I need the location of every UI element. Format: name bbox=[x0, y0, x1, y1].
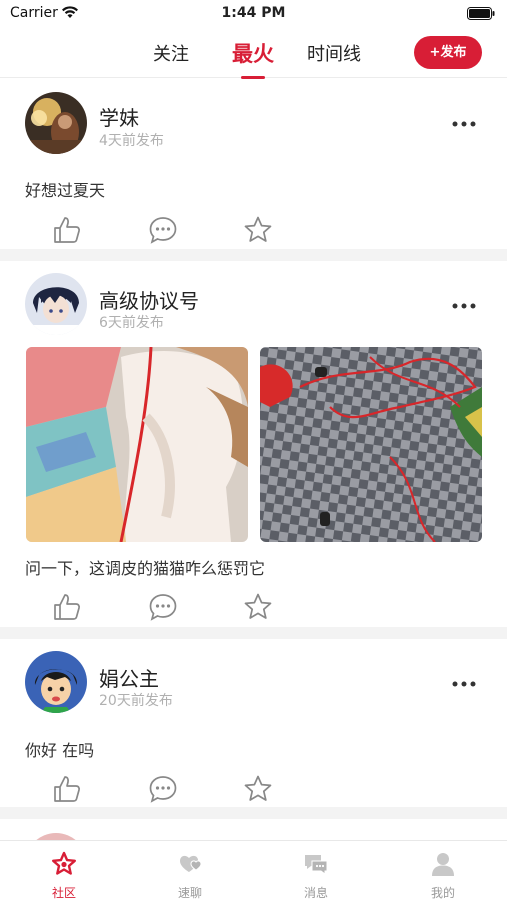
like-icon[interactable] bbox=[52, 774, 82, 804]
tab-hottest[interactable]: 最火 bbox=[232, 38, 274, 68]
post-separator bbox=[0, 627, 507, 639]
top-tab-bar: 关注 最火 时间线 +发布 bbox=[0, 30, 507, 79]
heart-chat-icon bbox=[180, 855, 202, 872]
post-separator bbox=[0, 807, 507, 819]
favorite-star-icon[interactable] bbox=[243, 774, 273, 804]
post-text: 问一下，这调皮的猫猫咋么惩罚它 bbox=[25, 559, 266, 578]
post-author-name[interactable]: 娟公主 bbox=[99, 663, 159, 692]
avatar[interactable] bbox=[25, 273, 87, 335]
post-card: 学妹 4天前发布 好想过夏天 bbox=[0, 79, 507, 249]
nav-profile-label: 我的 bbox=[430, 886, 455, 900]
nav-messages[interactable]: 消息 bbox=[276, 841, 356, 900]
favorite-star-icon[interactable] bbox=[243, 592, 273, 622]
battery-icon bbox=[467, 7, 495, 20]
avatar[interactable] bbox=[25, 651, 87, 713]
message-icon bbox=[305, 855, 328, 875]
like-icon[interactable] bbox=[52, 215, 82, 245]
post-image-cat[interactable] bbox=[26, 347, 248, 542]
nav-profile[interactable]: 我的 bbox=[403, 841, 483, 900]
nav-community-label: 社区 bbox=[51, 886, 76, 900]
tab-following[interactable]: 关注 bbox=[153, 40, 189, 66]
publish-button[interactable]: +发布 bbox=[414, 36, 482, 69]
more-options-icon[interactable] bbox=[451, 679, 477, 689]
post-image-earphones[interactable] bbox=[260, 347, 482, 542]
post-author-name[interactable]: 高级协议号 bbox=[99, 285, 199, 314]
nav-quick-chat[interactable]: 速聊 bbox=[150, 841, 230, 900]
post-time: 4天前发布 bbox=[99, 133, 164, 149]
nav-messages-label: 消息 bbox=[303, 886, 328, 900]
nav-quick-chat-label: 速聊 bbox=[177, 886, 202, 900]
bottom-tab-bar: 社区 速聊 消息 我的 bbox=[0, 840, 507, 900]
nav-community[interactable]: 社区 bbox=[24, 841, 104, 900]
star-icon bbox=[52, 851, 76, 875]
post-author-name[interactable]: 学妹 bbox=[99, 102, 139, 131]
comment-icon[interactable] bbox=[148, 215, 178, 245]
avatar[interactable] bbox=[25, 833, 87, 840]
post-time: 6天前发布 bbox=[99, 315, 164, 331]
post-card bbox=[0, 819, 507, 840]
comment-icon[interactable] bbox=[148, 774, 178, 804]
comment-icon[interactable] bbox=[148, 592, 178, 622]
post-separator bbox=[0, 249, 507, 261]
like-icon[interactable] bbox=[52, 592, 82, 622]
more-options-icon[interactable] bbox=[451, 119, 477, 129]
more-options-icon[interactable] bbox=[451, 301, 477, 311]
avatar[interactable] bbox=[25, 92, 87, 154]
status-bar: Carrier 1:44 PM bbox=[0, 0, 507, 30]
post-time: 20天前发布 bbox=[99, 693, 173, 709]
post-text: 你好 在吗 bbox=[25, 741, 95, 760]
clock: 1:44 PM bbox=[221, 5, 286, 21]
favorite-star-icon[interactable] bbox=[243, 215, 273, 245]
post-text: 好想过夏天 bbox=[25, 181, 106, 200]
user-icon bbox=[432, 853, 454, 876]
tab-timeline[interactable]: 时间线 bbox=[307, 40, 361, 66]
post-card: 娟公主 20天前发布 你好 在吗 bbox=[0, 639, 507, 807]
